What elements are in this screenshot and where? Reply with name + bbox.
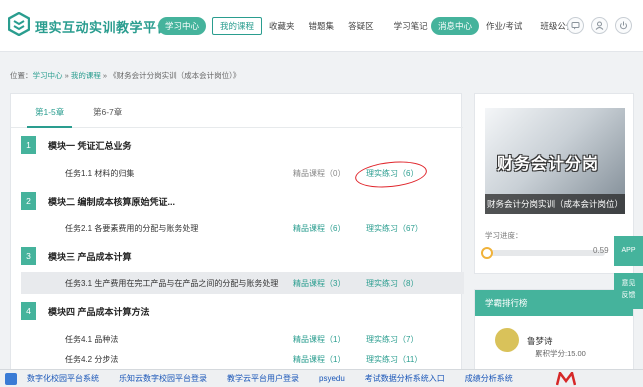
- ranking-panel: 学霸排行榜 鲁梦诗 累积学分:15.00: [474, 289, 634, 370]
- task-row: 任务3.1 生产费用在完工产品与在产品之间的分配与账务处理 精品课程（3） 理实…: [21, 272, 464, 294]
- task-row: 任务2.1 各要素费用的分配与账务处理 精品课程（6） 理实练习（67）: [21, 217, 464, 239]
- avatar: [495, 328, 519, 352]
- cover-subtitle: 财务会计分岗实训（成本会计岗位）: [485, 194, 625, 214]
- lecture-link[interactable]: 精品课程（1）: [293, 354, 345, 365]
- lecture-link[interactable]: 精品课程（3）: [293, 278, 345, 289]
- task-title[interactable]: 任务2.1 各要素费用的分配与账务处理: [65, 223, 198, 234]
- breadcrumb: 位置：学习中心 » 我的课程 » 《财务会计分岗实训（成本会计岗位）》: [10, 70, 240, 81]
- bookmark-link[interactable]: psyedu: [309, 374, 355, 383]
- breadcrumb-my-courses[interactable]: 我的课程: [71, 71, 101, 80]
- breadcrumb-learning-center[interactable]: 学习中心: [33, 71, 63, 80]
- task-title[interactable]: 任务4.2 分步法: [65, 354, 118, 365]
- module-title: 模块四 产品成本计算方法: [48, 307, 150, 317]
- module-header: 2 模块二 编制成本核算原始凭证...: [21, 192, 461, 210]
- tab-chapters-1-5[interactable]: 第1-5章: [27, 103, 73, 128]
- task-title[interactable]: 任务4.1 品种法: [65, 334, 118, 345]
- lecture-link[interactable]: 精品课程（6）: [293, 223, 345, 234]
- brand-logo-icon: [556, 372, 576, 386]
- nav-learning-center[interactable]: 学习中心: [158, 17, 207, 35]
- feedback-side-button[interactable]: 意见 反馈: [614, 273, 643, 309]
- exercise-link[interactable]: 理实练习（11）: [366, 354, 422, 365]
- ranking-user-name: 鲁梦诗: [527, 336, 553, 346]
- course-chapter-panel: 第1-5章 第6-7章 1 模块一 凭证汇总业务 任务1.1 材料的归集 精品课…: [10, 93, 464, 370]
- progress-bar: [485, 250, 605, 256]
- ranking-user-score: 累积学分:15.00: [535, 349, 586, 358]
- bookmark-link[interactable]: 乐知云数字校园平台登录: [109, 373, 217, 384]
- exercise-link[interactable]: 理实练习（8）: [366, 278, 418, 289]
- nav-message-center[interactable]: 消息中心: [431, 17, 480, 35]
- nav-favorites[interactable]: 收藏夹: [262, 17, 302, 35]
- user-icon[interactable]: [591, 17, 608, 34]
- app-logo-icon[interactable]: [8, 12, 30, 36]
- cover-title: 财务会计分岗: [497, 156, 600, 173]
- nav-qa[interactable]: 答疑区: [341, 17, 381, 35]
- module-title: 模块一 凭证汇总业务: [48, 141, 132, 151]
- breadcrumb-separator: »: [100, 71, 110, 80]
- power-icon[interactable]: [615, 17, 632, 34]
- top-header: 理实互动实训教学平台 学习中心 我的课程 收藏夹 错题集 答疑区 学习笔记 消息…: [0, 0, 643, 52]
- app-side-button[interactable]: APP: [614, 236, 643, 266]
- course-cover-image[interactable]: 财务会计分岗 财务会计分岗实训（成本会计岗位）: [485, 108, 625, 214]
- nav-wrong-questions[interactable]: 错题集: [302, 17, 342, 35]
- progress-label: 学习进度：: [485, 231, 523, 240]
- task-title[interactable]: 任务1.1 材料的归集: [65, 168, 134, 179]
- module-title: 模块三 产品成本计算: [48, 252, 132, 262]
- bookmark-link[interactable]: 教学云平台用户登录: [217, 373, 309, 384]
- bookmark-link[interactable]: 数字化校园平台系统: [17, 373, 109, 384]
- module-title: 模块二 编制成本核算原始凭证...: [48, 197, 176, 207]
- message-nav: 消息中心 作业/考试 班级公告: [431, 16, 581, 36]
- progress-value: 0.59: [593, 246, 609, 255]
- module-number: 2: [21, 192, 36, 210]
- bookmark-link[interactable]: 考试数据分析系统入口: [355, 373, 455, 384]
- lecture-link[interactable]: 精品课程（1）: [293, 334, 345, 345]
- module-number: 1: [21, 136, 36, 154]
- exercise-link[interactable]: 理实练习（67）: [366, 223, 423, 234]
- module-number: 4: [21, 302, 36, 320]
- lecture-link[interactable]: 精品课程（0）: [293, 168, 345, 179]
- nav-notes[interactable]: 学习笔记: [387, 17, 435, 35]
- course-card: 财务会计分岗 财务会计分岗实训（成本会计岗位） 学习进度： 0.59: [474, 93, 634, 274]
- bookmarks-bar: 数字化校园平台系统 乐知云数字校园平台登录 教学云平台用户登录 psyedu 考…: [0, 369, 643, 387]
- ranking-header: 学霸排行榜: [475, 290, 633, 316]
- app-title: 理实互动实训教学平台: [35, 20, 171, 35]
- tab-chapters-6-7[interactable]: 第6-7章: [85, 103, 130, 128]
- bookmark-link[interactable]: 成绩分析系统: [455, 373, 523, 384]
- nav-my-courses[interactable]: 我的课程: [212, 17, 263, 35]
- breadcrumb-prefix: 位置：: [10, 71, 33, 80]
- breadcrumb-separator: »: [62, 71, 71, 80]
- module-header: 1 模块一 凭证汇总业务: [21, 136, 461, 154]
- task-row: 任务4.1 品种法 精品课程（1） 理实练习（7）: [21, 328, 464, 350]
- main-nav: 学习中心 我的课程 收藏夹 错题集 答疑区 学习笔记: [158, 16, 435, 36]
- nav-homework-exam[interactable]: 作业/考试: [479, 17, 529, 35]
- task-row: 任务4.2 分步法 精品课程（1） 理实练习（11）: [21, 348, 464, 370]
- exercise-link[interactable]: 理实练习（7）: [366, 334, 418, 345]
- progress-knob: [481, 247, 493, 259]
- chapter-tabs: 第1-5章 第6-7章: [11, 94, 463, 128]
- bookmark-folder-icon[interactable]: [5, 372, 17, 385]
- module-header: 3 模块三 产品成本计算: [21, 247, 461, 265]
- breadcrumb-current-course: 《财务会计分岗实训（成本会计岗位）》: [109, 71, 241, 80]
- task-title[interactable]: 任务3.1 生产费用在完工产品与在产品之间的分配与账务处理: [65, 278, 278, 289]
- module-number: 3: [21, 247, 36, 265]
- message-icon[interactable]: [567, 17, 584, 34]
- feedback-label: 意见 反馈: [621, 280, 636, 299]
- module-header: 4 模块四 产品成本计算方法: [21, 302, 461, 320]
